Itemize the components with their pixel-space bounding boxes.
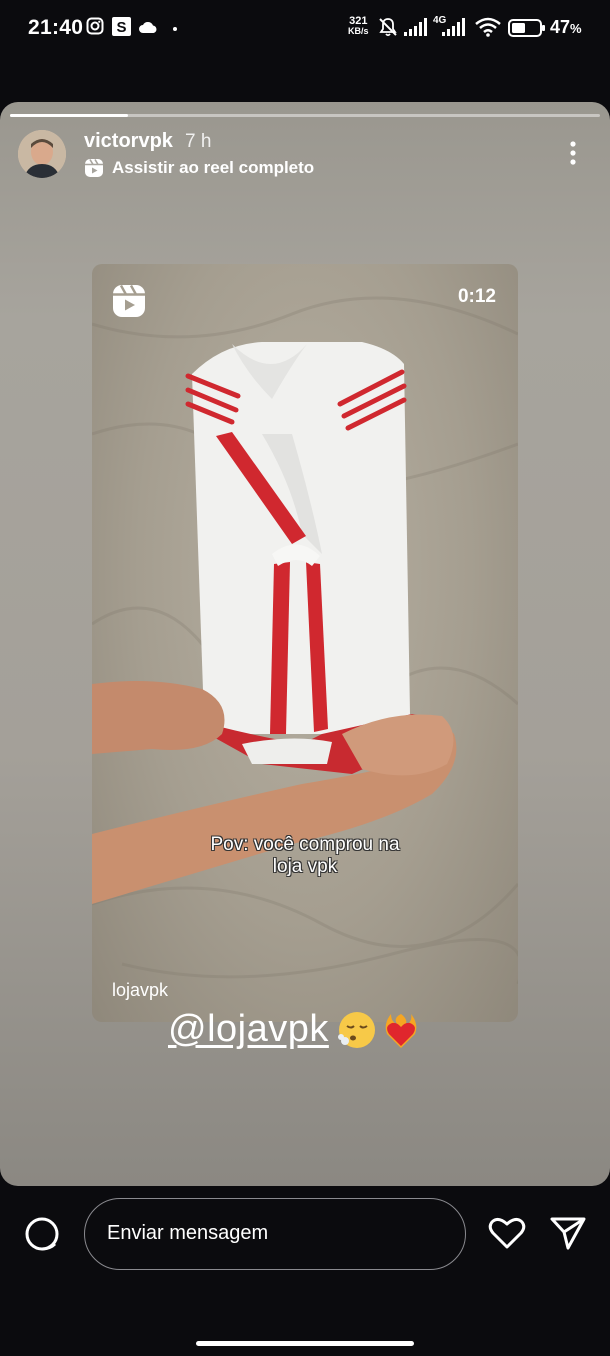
reel-caption-line-1: Pov: você comprou na bbox=[210, 834, 400, 855]
face-exhaling-emoji-icon bbox=[337, 1011, 375, 1048]
svg-text:S: S bbox=[116, 19, 126, 36]
battery-percent-value: 47 bbox=[550, 17, 571, 37]
battery-icon bbox=[508, 19, 545, 37]
battery-percent-unit: % bbox=[570, 21, 582, 36]
wifi-icon bbox=[475, 17, 501, 37]
signal-strength-1-icon bbox=[404, 18, 427, 36]
reel-duration: 0:12 bbox=[457, 286, 496, 307]
avatar-image bbox=[18, 130, 66, 178]
reel-caption-line-2: loja vpk bbox=[272, 856, 338, 877]
network-speed-value: 321 bbox=[349, 15, 368, 27]
send-icon[interactable] bbox=[550, 1216, 586, 1250]
story-viewer[interactable]: victorvpk 7 h Assistir ao reel completo bbox=[0, 102, 610, 1186]
battery-percent: 47% bbox=[550, 17, 582, 38]
heart-on-fire-emoji-icon bbox=[385, 1013, 417, 1048]
reel-handle: lojavpk bbox=[112, 980, 169, 1000]
message-input[interactable]: Enviar mensagem bbox=[107, 1222, 268, 1245]
watch-full-reel-label: Assistir ao reel completo bbox=[112, 158, 315, 177]
mute-bell-icon bbox=[379, 18, 397, 37]
reel-preview[interactable]: 0:12 Pov: você comprou na loja vpk lojav… bbox=[92, 264, 518, 1022]
reel-caption: Pov: você comprou na loja vpk bbox=[92, 834, 518, 878]
reel-video-frame bbox=[92, 296, 518, 984]
network-speed: 321 KB/s bbox=[348, 15, 369, 37]
signal-strength-2-icon bbox=[442, 18, 465, 36]
avatar[interactable] bbox=[18, 130, 66, 178]
instagram-notification-icon bbox=[86, 17, 104, 35]
mention-text: @lojavpk bbox=[168, 1008, 329, 1050]
reels-icon bbox=[113, 284, 145, 317]
more-notifications-dot-icon bbox=[173, 27, 177, 31]
story-progress-bar bbox=[10, 114, 600, 117]
story-reply-bar: Enviar mensagem bbox=[0, 1186, 610, 1356]
s-app-notification-icon: S bbox=[112, 17, 131, 36]
home-indicator[interactable] bbox=[196, 1341, 414, 1346]
camera-icon[interactable] bbox=[24, 1216, 60, 1252]
more-options-icon[interactable] bbox=[558, 138, 588, 168]
status-time: 21:40 bbox=[28, 16, 84, 39]
status-bar: 21:40 S 321 KB/s 4G 47% bbox=[0, 0, 610, 52]
watch-full-reel-link[interactable]: Assistir ao reel completo bbox=[84, 158, 314, 178]
story-time-ago: 7 h bbox=[185, 131, 212, 152]
heart-icon[interactable] bbox=[488, 1216, 526, 1250]
story-progress-fill bbox=[10, 114, 128, 117]
mention-sticker[interactable]: @lojavpk bbox=[168, 1008, 421, 1051]
story-username[interactable]: victorvpk bbox=[84, 130, 173, 153]
network-speed-unit: KB/s bbox=[348, 26, 369, 36]
reels-icon bbox=[85, 159, 103, 177]
cloud-icon bbox=[139, 22, 157, 33]
message-input-box[interactable]: Enviar mensagem bbox=[84, 1198, 466, 1270]
